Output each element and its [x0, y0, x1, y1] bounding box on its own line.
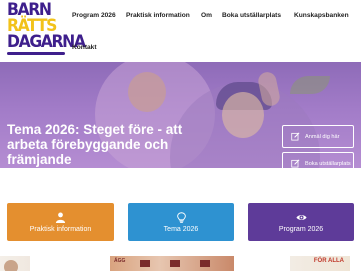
nav-item-program[interactable]: Program 2026: [72, 12, 116, 19]
hero-illustration-child: [128, 72, 166, 112]
card-label: Tema 2026: [163, 225, 199, 233]
thumbnail-person: [4, 260, 18, 271]
hero-title: Tema 2026: Steget före - att arbeta före…: [7, 122, 183, 167]
lightbulb-icon: [176, 211, 186, 223]
nav-item-kontakt[interactable]: Kontakt: [72, 44, 97, 51]
book-exhibitor-button[interactable]: Boka utställarplats: [282, 152, 354, 168]
card-praktisk-information[interactable]: Praktisk information: [7, 203, 114, 241]
news-thumbnail[interactable]: ÄGG: [110, 256, 234, 271]
thumbnail-flag: [200, 260, 210, 267]
news-thumbnail[interactable]: FÖR ALLA: [290, 256, 350, 271]
book-exhibitor-button-label: Boka utställarplats: [305, 160, 351, 167]
nav-item-om[interactable]: Om: [201, 12, 212, 19]
quick-links: Praktisk information Tema 2026 Program 2…: [0, 168, 361, 271]
edit-icon: [291, 132, 300, 141]
eye-icon: [295, 214, 307, 220]
site-logo[interactable]: BARN RÄTTS DAGARNA: [7, 2, 86, 58]
hero-illustration-child: [222, 92, 264, 138]
hero-illustration-leaf: [290, 76, 330, 94]
person-icon: [55, 212, 66, 223]
logo-underline: [7, 52, 65, 55]
logo-line-3: DAGARNA: [7, 32, 86, 52]
nav-item-praktisk-information[interactable]: Praktisk information: [126, 12, 190, 19]
register-button[interactable]: Anmäl dig här: [282, 125, 354, 148]
thumbnail-flag: [170, 260, 180, 267]
thumbnail-text: FÖR ALLA: [313, 258, 344, 264]
edit-icon: [291, 159, 300, 168]
thumbnail-text: ÄGG: [114, 258, 126, 264]
nav-item-boka-utstallarplats[interactable]: Boka utställarplats: [222, 12, 281, 19]
news-thumbnail[interactable]: [0, 256, 30, 271]
thumbnail-flag: [140, 260, 150, 267]
card-program-2026[interactable]: Program 2026: [248, 203, 354, 241]
card-label: Praktisk information: [29, 225, 92, 233]
nav-item-kunskapsbanken[interactable]: Kunskapsbanken: [294, 12, 349, 19]
card-tema-2026[interactable]: Tema 2026: [128, 203, 234, 241]
hero-banner: Tema 2026: Steget före - att arbeta före…: [0, 62, 361, 168]
register-button-label: Anmäl dig här: [305, 133, 340, 140]
card-label: Program 2026: [278, 225, 324, 233]
site-header: BARN RÄTTS DAGARNA Program 2026 Praktisk…: [0, 0, 361, 62]
